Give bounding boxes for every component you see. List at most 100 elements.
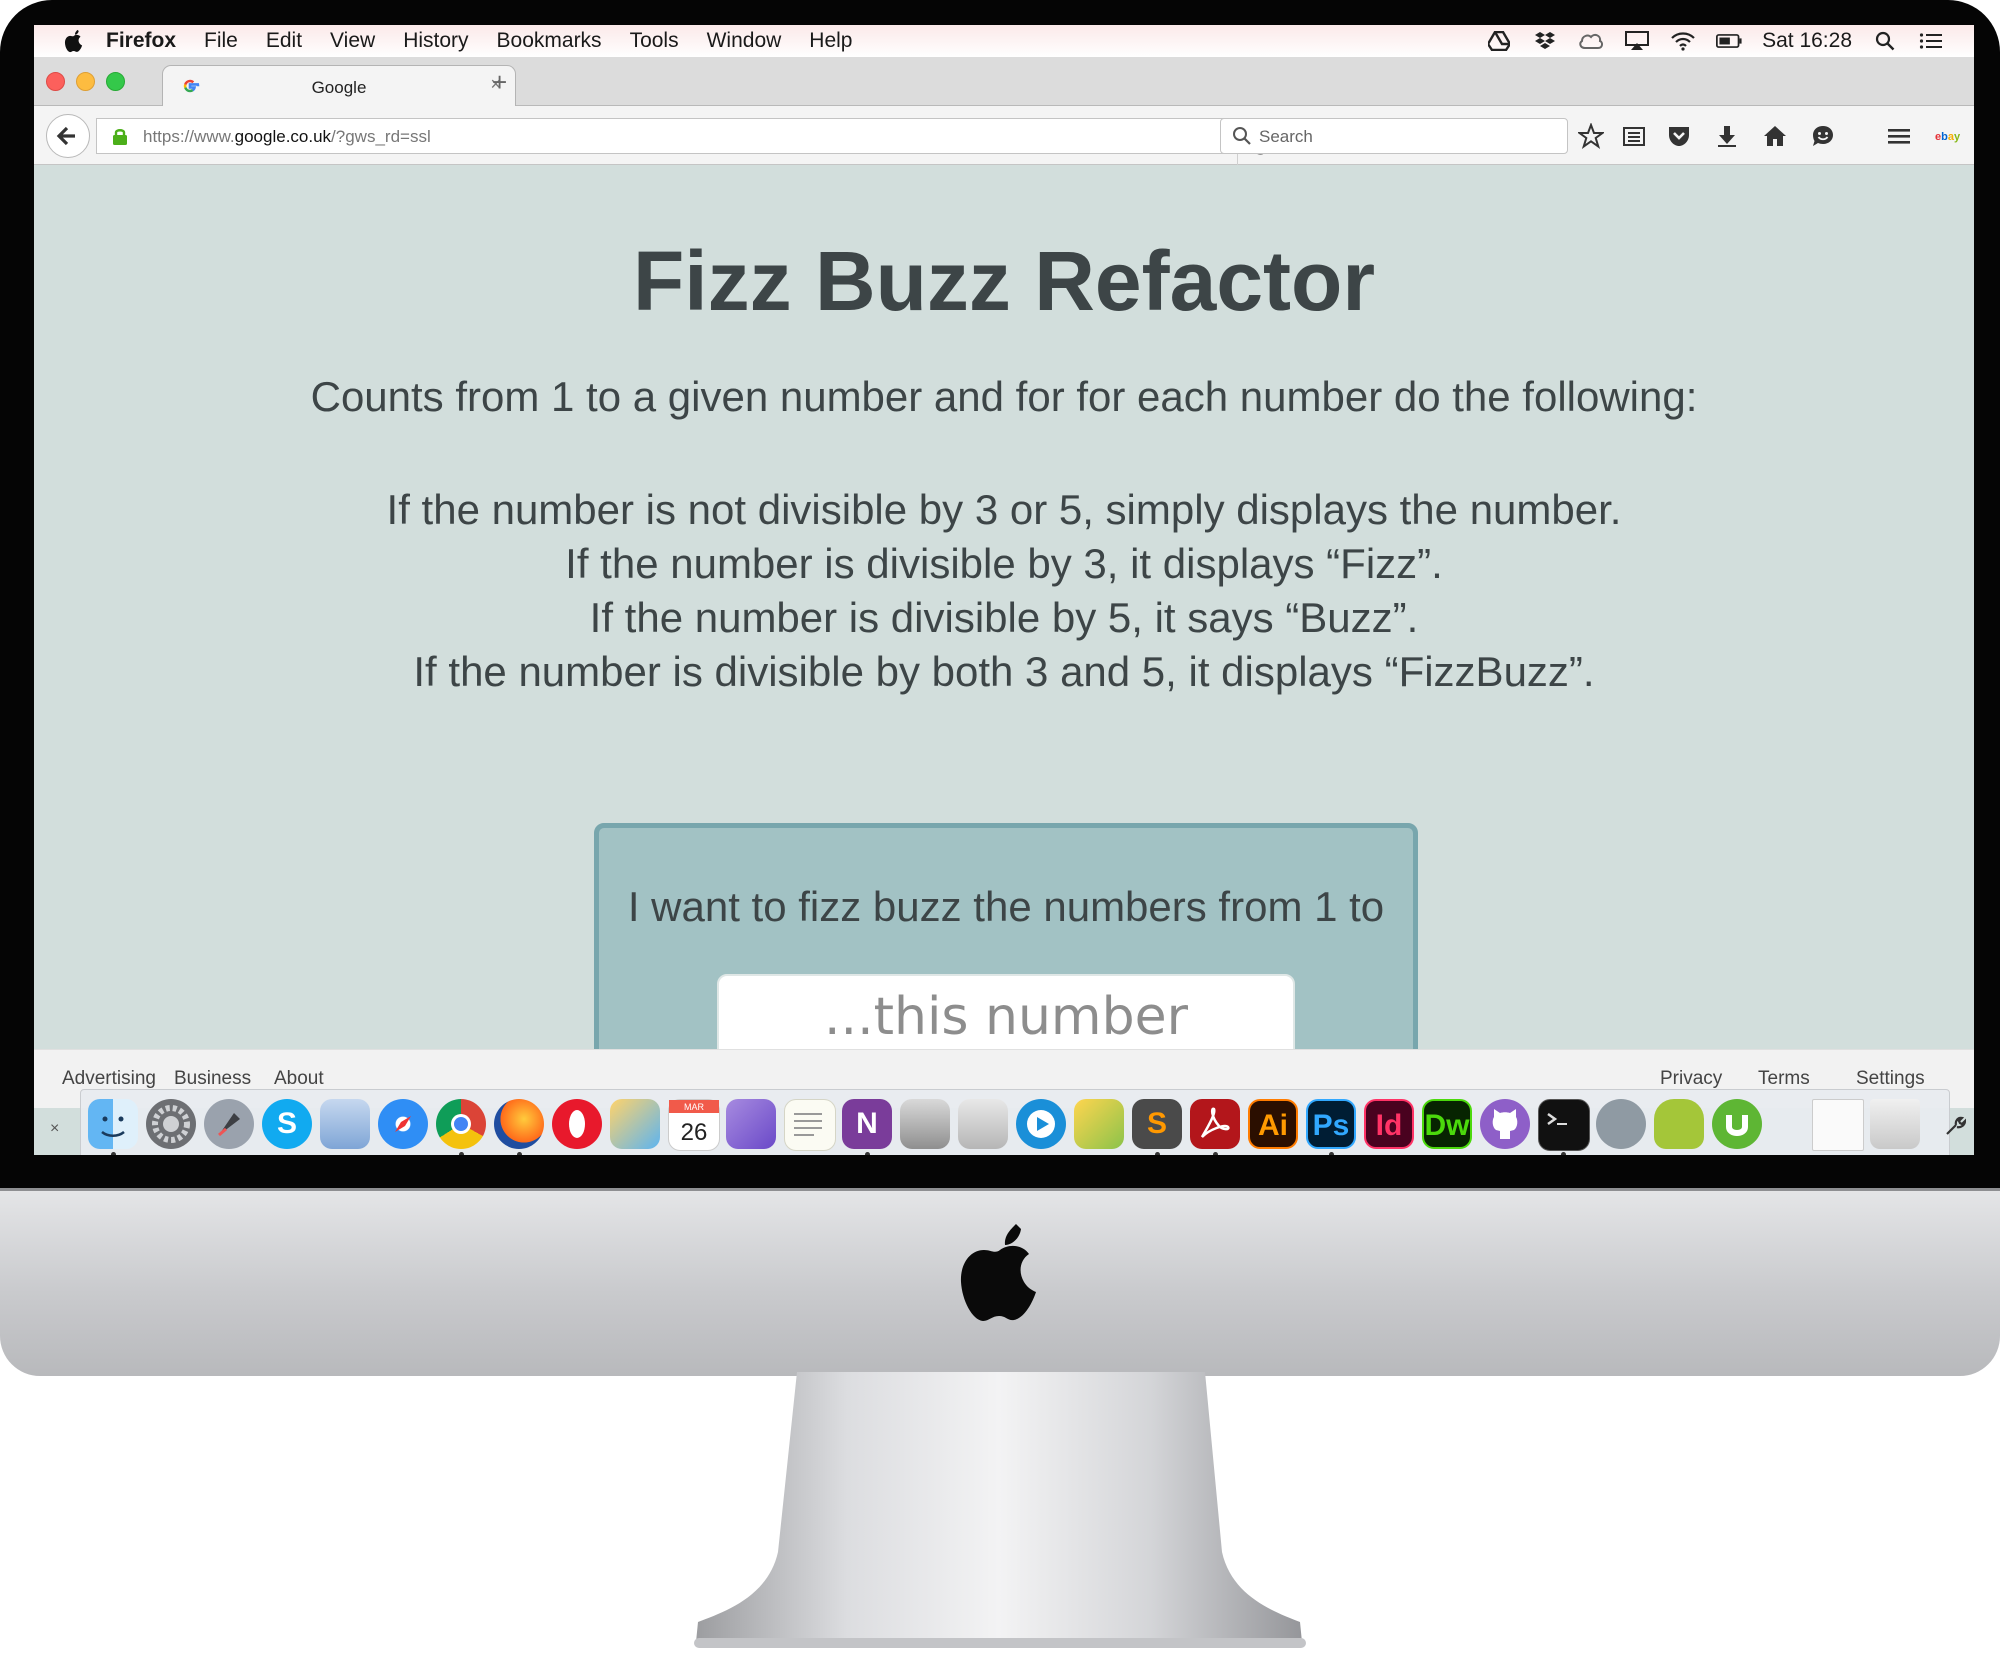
koala-icon[interactable]: [1596, 1099, 1646, 1149]
svg-text:26: 26: [681, 1119, 708, 1146]
menubar-clock[interactable]: Sat 16:28: [1762, 29, 1852, 53]
apple-logo-icon: [960, 1224, 1036, 1321]
creative-cloud-icon[interactable]: [1578, 30, 1604, 52]
bookmark-star-icon[interactable]: [1578, 123, 1604, 149]
footer-link-business[interactable]: Business: [174, 1068, 251, 1090]
airplay-icon[interactable]: [1624, 30, 1650, 52]
menu-history[interactable]: History: [403, 29, 468, 53]
menu-window[interactable]: Window: [707, 29, 782, 53]
menu-help[interactable]: Help: [809, 29, 852, 53]
fizzbuzz-form-card: I want to fizz buzz the numbers from 1 t…: [594, 823, 1418, 1073]
wifi-icon[interactable]: [1670, 30, 1696, 52]
menu-tools[interactable]: Tools: [630, 29, 679, 53]
ebay-extension-icon[interactable]: ebay: [1934, 123, 1964, 149]
menu-edit[interactable]: Edit: [266, 29, 302, 53]
hamburger-menu-icon[interactable]: [1886, 123, 1912, 149]
running-indicator: [517, 1152, 522, 1155]
number-input[interactable]: [717, 974, 1295, 1060]
dropbox-icon[interactable]: [1532, 30, 1558, 52]
safari-icon[interactable]: [378, 1099, 428, 1149]
opera-icon[interactable]: [552, 1099, 602, 1149]
footer-link-terms[interactable]: Terms: [1758, 1068, 1810, 1090]
back-arrow-icon: [56, 126, 75, 146]
terminal-icon[interactable]: [1538, 1099, 1590, 1151]
illustrator-icon[interactable]: Ai: [1248, 1099, 1298, 1149]
search-placeholder: Search: [1259, 127, 1313, 146]
close-window-button[interactable]: [46, 72, 65, 91]
android-icon[interactable]: [1654, 1099, 1704, 1149]
footer-link-settings[interactable]: Settings: [1856, 1068, 1925, 1090]
utorrent-icon[interactable]: [1712, 1099, 1762, 1149]
system-preferences-icon[interactable]: [146, 1099, 196, 1149]
bookmarks-menu-icon[interactable]: [1621, 123, 1647, 149]
menu-app-name[interactable]: Firefox: [106, 29, 176, 53]
screen: Firefox File Edit View History Bookmarks…: [34, 25, 1974, 1155]
iphoto-icon[interactable]: [1074, 1099, 1124, 1149]
battery-icon[interactable]: [1716, 30, 1742, 52]
notification-center-icon[interactable]: [1918, 30, 1944, 52]
wrench-icon[interactable]: [1944, 1115, 1966, 1137]
mission-control-icon[interactable]: [726, 1099, 776, 1149]
running-indicator: [111, 1152, 116, 1155]
spotlight-search-icon[interactable]: [1872, 30, 1898, 52]
browser-tab-active[interactable]: Google ×: [162, 65, 516, 107]
preview-icon[interactable]: [320, 1099, 370, 1149]
trash-icon[interactable]: [1870, 1099, 1920, 1149]
search-icon: [1233, 127, 1251, 145]
url-text[interactable]: https://www.google.co.uk/?gws_rd=ssl: [143, 127, 431, 147]
rule-line: If the number is not divisible by 3 or 5…: [386, 486, 1622, 533]
apple-menu-icon[interactable]: [62, 29, 86, 53]
rule-line: If the number is divisible by 5, it says…: [589, 594, 1419, 641]
calendar-icon[interactable]: MAR 26: [668, 1099, 720, 1151]
menu-bookmarks[interactable]: Bookmarks: [497, 29, 602, 53]
rule-line: If the number is divisible by 3, it disp…: [565, 540, 1443, 587]
acrobat-icon[interactable]: [1190, 1099, 1240, 1149]
downloads-icon[interactable]: [1714, 123, 1740, 149]
rule-line: If the number is divisible by both 3 and…: [413, 648, 1595, 695]
transmission-icon[interactable]: [610, 1099, 660, 1149]
hello-chat-icon[interactable]: [1810, 123, 1836, 149]
svg-text:ebay: ebay: [1935, 131, 1961, 143]
firefox-icon[interactable]: [494, 1099, 544, 1149]
secure-lock-icon[interactable]: [111, 127, 129, 145]
photoshop-icon[interactable]: Ps: [1306, 1099, 1356, 1149]
browser-nav-bar: https://www.google.co.uk/?gws_rd=ssl Sea…: [34, 106, 1974, 165]
running-indicator: [459, 1152, 464, 1155]
zoom-window-button[interactable]: [106, 72, 125, 91]
footer-link-advertising[interactable]: Advertising: [62, 1068, 156, 1090]
running-indicator: [1213, 1152, 1218, 1155]
page-intro: Counts from 1 to a given number and for …: [310, 373, 1698, 420]
footer-link-privacy[interactable]: Privacy: [1660, 1068, 1722, 1090]
google-drive-icon[interactable]: [1486, 30, 1512, 52]
home-icon[interactable]: [1762, 123, 1788, 149]
macos-menubar: Firefox File Edit View History Bookmarks…: [34, 25, 1974, 57]
finder-icon[interactable]: [88, 1099, 138, 1149]
minimize-window-button[interactable]: [76, 72, 95, 91]
skype-icon[interactable]: S: [262, 1099, 312, 1149]
github-icon[interactable]: [1480, 1099, 1530, 1149]
url-bar[interactable]: https://www.google.co.uk/?gws_rd=ssl: [96, 118, 1268, 165]
dreamweaver-icon[interactable]: Dw: [1422, 1099, 1472, 1149]
footer-link-about[interactable]: About: [274, 1068, 324, 1090]
calculator-icon[interactable]: [900, 1099, 950, 1149]
indesign-icon[interactable]: Id: [1364, 1099, 1414, 1149]
imac-stand: [694, 1372, 1306, 1648]
browser-tab-bar: Google × +: [34, 57, 1974, 107]
pocket-icon[interactable]: [1666, 123, 1692, 149]
sublime-text-icon[interactable]: S: [1132, 1099, 1182, 1149]
running-indicator: [1155, 1152, 1160, 1155]
form-label: I want to fizz buzz the numbers from 1 t…: [627, 883, 1385, 930]
textedit-icon[interactable]: [784, 1099, 836, 1151]
document-icon[interactable]: [1812, 1099, 1864, 1151]
dock-close-icon[interactable]: ×: [50, 1120, 59, 1138]
menu-view[interactable]: View: [330, 29, 375, 53]
search-bar[interactable]: Search: [1220, 118, 1568, 154]
back-button[interactable]: [46, 114, 90, 158]
new-tab-button[interactable]: +: [492, 67, 507, 98]
chrome-icon[interactable]: [436, 1099, 486, 1149]
menu-file[interactable]: File: [204, 29, 238, 53]
launchpad-icon[interactable]: [204, 1099, 254, 1149]
onenote-icon[interactable]: N: [842, 1099, 892, 1149]
disk-utility-icon[interactable]: [958, 1099, 1008, 1149]
quicktime-icon[interactable]: [1016, 1099, 1066, 1149]
